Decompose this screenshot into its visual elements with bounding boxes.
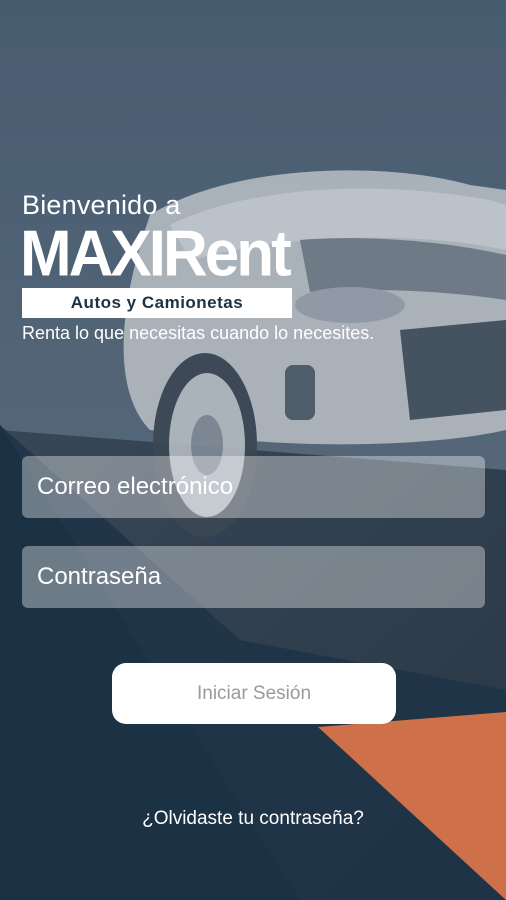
background-graphic bbox=[0, 0, 506, 900]
brand-logo: MAXIRent bbox=[20, 217, 292, 291]
password-placeholder: Contraseña bbox=[37, 563, 162, 590]
login-button[interactable]: Iniciar Sesión bbox=[112, 663, 396, 724]
email-placeholder: Correo electrónico bbox=[37, 473, 234, 500]
forgot-password-link[interactable]: ¿Olvidaste tu contraseña? bbox=[0, 808, 506, 830]
tagline: Renta lo que necesitas cuando lo necesit… bbox=[22, 323, 375, 343]
email-field[interactable]: Correo electrónico bbox=[22, 456, 485, 518]
password-field[interactable]: Contraseña bbox=[22, 546, 485, 608]
welcome-text: Bienvenido a bbox=[22, 190, 181, 220]
background bbox=[0, 0, 506, 900]
brand-subtitle: Autos y Camionetas bbox=[22, 288, 292, 318]
